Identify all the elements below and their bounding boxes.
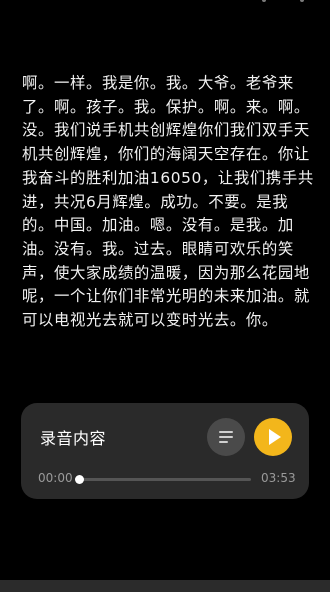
play-button[interactable] [254, 418, 292, 456]
recording-title: 录音内容 [40, 429, 107, 448]
progress-slider[interactable] [75, 475, 251, 484]
status-indicator-icon [300, 0, 304, 2]
current-time: 00:00 [38, 471, 73, 485]
list-lines-icon [219, 441, 228, 443]
bottom-navigation-bar [0, 580, 330, 592]
status-bar [0, 0, 330, 8]
list-lines-icon [219, 431, 233, 433]
play-icon [269, 429, 281, 445]
total-time: 03:53 [261, 471, 296, 485]
transcript-menu-button[interactable] [207, 418, 245, 456]
audio-player-card: 录音内容 00:00 03:53 [21, 403, 309, 499]
transcript-text: 啊。一样。我是你。我。大爷。老爷来了。啊。孩子。我。保护。啊。来。啊。没。我们说… [22, 74, 314, 330]
list-lines-icon [219, 436, 233, 438]
status-indicator-icon [262, 0, 266, 2]
progress-thumb[interactable] [75, 475, 84, 484]
